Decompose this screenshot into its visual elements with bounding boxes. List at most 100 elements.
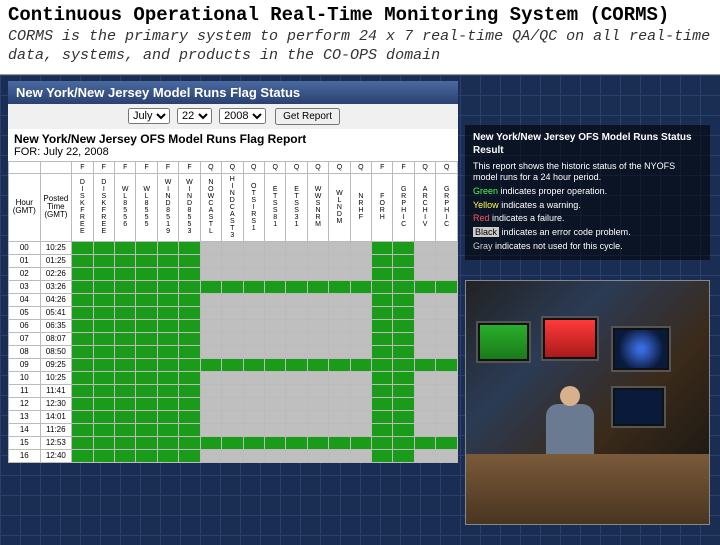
status-cell: [393, 449, 414, 462]
status-cell: [222, 371, 243, 384]
status-cell: [350, 371, 371, 384]
year-select[interactable]: 2008: [219, 108, 266, 124]
time-cell: 14:01: [40, 410, 72, 423]
report-title: New York/New Jersey OFS Model Runs Flag …: [8, 129, 458, 146]
legend-line: Green indicates proper operation.: [473, 186, 702, 198]
status-cell: [372, 423, 393, 436]
status-cell: [115, 384, 136, 397]
status-cell: [307, 254, 328, 267]
status-cell: [286, 449, 307, 462]
status-cell: [72, 332, 93, 345]
status-cell: [436, 267, 458, 280]
status-cell: [350, 423, 371, 436]
status-cell: [286, 397, 307, 410]
status-cell: [93, 280, 114, 293]
status-cell: [115, 423, 136, 436]
status-cell: [222, 410, 243, 423]
status-cell: [286, 423, 307, 436]
status-cell: [157, 280, 178, 293]
time-cell: 12:53: [40, 436, 72, 449]
status-cell: [307, 371, 328, 384]
time-cell: 12:30: [40, 397, 72, 410]
status-cell: [72, 371, 93, 384]
status-cell: [222, 293, 243, 306]
status-cell: [93, 332, 114, 345]
status-cell: [264, 384, 285, 397]
hour-cell: 06: [9, 319, 41, 332]
status-cell: [414, 358, 435, 371]
report-date: FOR: July 22, 2008: [8, 146, 458, 161]
status-cell: [115, 397, 136, 410]
status-cell: [136, 267, 157, 280]
status-cell: [329, 449, 350, 462]
status-cell: [157, 436, 178, 449]
status-cell: [393, 306, 414, 319]
status-cell: [93, 345, 114, 358]
status-cell: [307, 306, 328, 319]
status-cell: [436, 384, 458, 397]
status-cell: [200, 280, 221, 293]
status-cell: [307, 267, 328, 280]
status-cell: [372, 241, 393, 254]
status-cell: [115, 280, 136, 293]
status-cell: [264, 332, 285, 345]
time-cell: 06:35: [40, 319, 72, 332]
time-cell: 10:25: [40, 371, 72, 384]
status-cell: [372, 384, 393, 397]
status-cell: [72, 410, 93, 423]
status-cell: [179, 293, 200, 306]
status-cell: [372, 345, 393, 358]
status-cell: [436, 449, 458, 462]
status-cell: [436, 436, 458, 449]
status-cell: [136, 345, 157, 358]
status-cell: [329, 319, 350, 332]
status-cell: [393, 241, 414, 254]
status-cell: [200, 397, 221, 410]
status-cell: [222, 384, 243, 397]
status-cell: [307, 397, 328, 410]
page-title: Continuous Operational Real-Time Monitor…: [8, 4, 712, 26]
status-cell: [350, 293, 371, 306]
status-cell: [72, 241, 93, 254]
status-cell: [243, 449, 264, 462]
status-cell: [72, 306, 93, 319]
status-cell: [243, 319, 264, 332]
status-cell: [350, 397, 371, 410]
status-cell: [286, 241, 307, 254]
status-cell: [115, 436, 136, 449]
status-cell: [243, 436, 264, 449]
status-cell: [350, 306, 371, 319]
status-cell: [179, 410, 200, 423]
status-cell: [179, 254, 200, 267]
status-cell: [200, 371, 221, 384]
time-cell: 10:25: [40, 241, 72, 254]
status-cell: [93, 410, 114, 423]
status-cell: [307, 423, 328, 436]
month-select[interactable]: July: [128, 108, 170, 124]
status-cell: [243, 293, 264, 306]
hour-cell: 11: [9, 384, 41, 397]
status-cell: [72, 384, 93, 397]
status-cell: [264, 371, 285, 384]
status-cell: [350, 241, 371, 254]
status-cell: [286, 267, 307, 280]
status-cell: [179, 436, 200, 449]
status-cell: [393, 410, 414, 423]
status-cell: [179, 384, 200, 397]
status-cell: [222, 267, 243, 280]
status-cell: [179, 332, 200, 345]
legend-line: Red indicates a failure.: [473, 213, 702, 225]
get-report-button[interactable]: Get Report: [275, 108, 340, 125]
status-cell: [115, 358, 136, 371]
status-cell: [436, 306, 458, 319]
status-cell: [243, 358, 264, 371]
day-select[interactable]: 22: [177, 108, 212, 124]
time-cell: 02:26: [40, 267, 72, 280]
status-cell: [179, 241, 200, 254]
status-cell: [157, 397, 178, 410]
status-cell: [157, 345, 178, 358]
status-cell: [350, 254, 371, 267]
status-cell: [264, 241, 285, 254]
status-cell: [286, 384, 307, 397]
status-cell: [200, 319, 221, 332]
